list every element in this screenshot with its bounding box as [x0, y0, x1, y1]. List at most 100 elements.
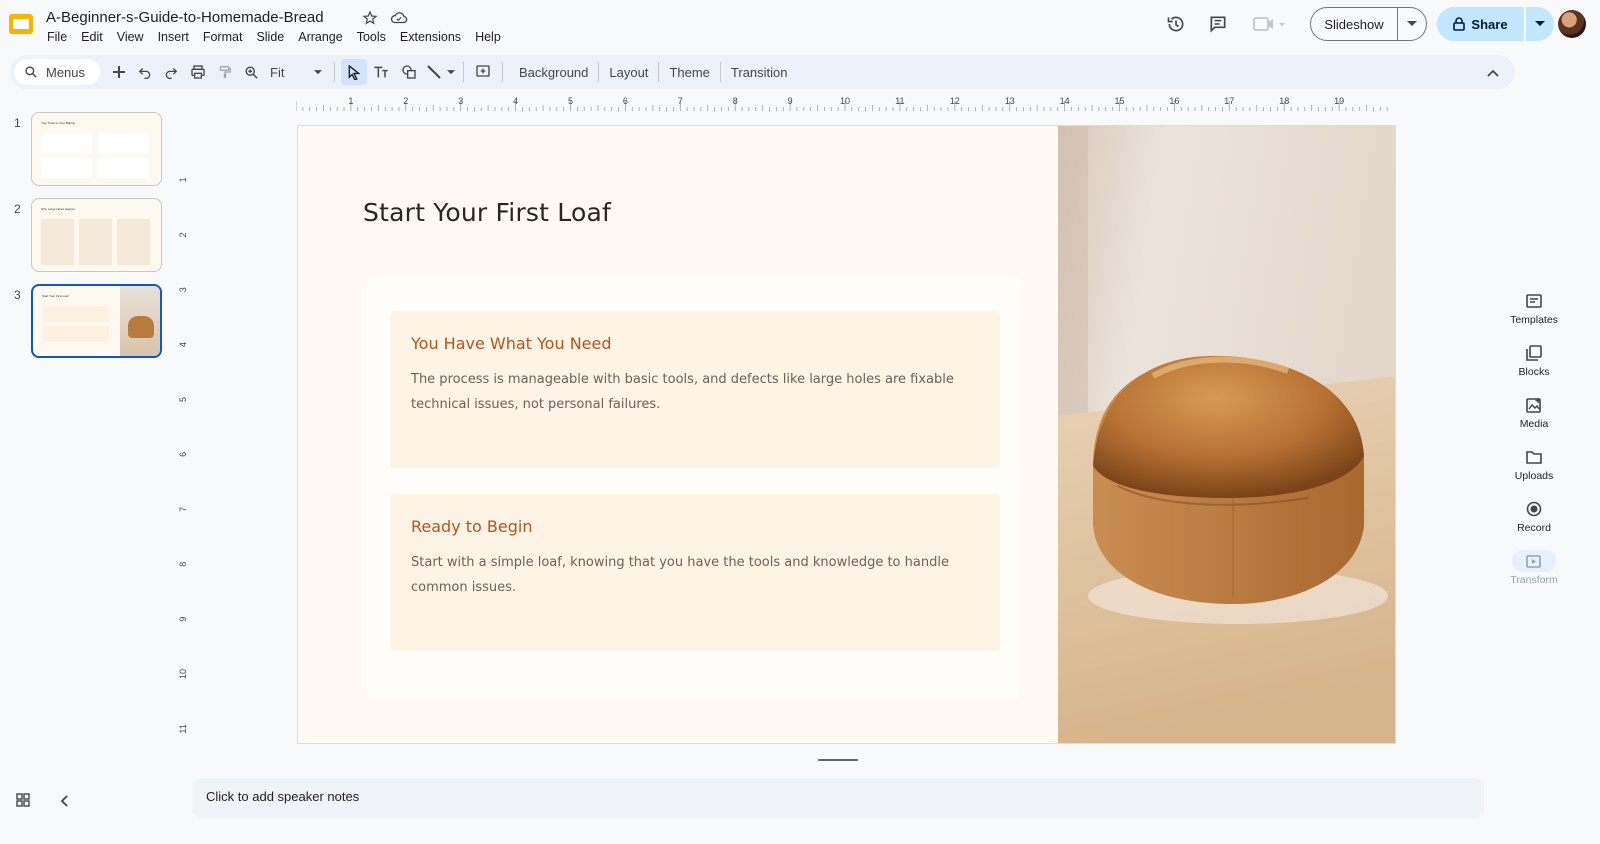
version-history-icon[interactable] [1162, 10, 1190, 38]
transition-button[interactable]: Transition [721, 65, 798, 80]
zoom-value: Fit [270, 64, 285, 80]
avatar[interactable] [1558, 10, 1586, 38]
grid-view-icon[interactable] [16, 793, 30, 812]
thumbnail-slide-2[interactable]: 2 Why Large Holes Happen [0, 196, 170, 274]
menu-slide[interactable]: Slide [256, 30, 284, 44]
menu-extensions[interactable]: Extensions [400, 30, 461, 44]
speaker-notes[interactable]: Click to add speaker notes [193, 778, 1484, 818]
cloud-saved-icon[interactable] [390, 10, 408, 31]
shape-icon[interactable] [395, 59, 423, 85]
menu-view[interactable]: View [117, 30, 144, 44]
record-button[interactable]: Record [1500, 498, 1568, 546]
text-box-icon[interactable] [367, 59, 395, 85]
blocks-icon [1520, 342, 1548, 364]
menus-search-label: Menus [46, 64, 86, 80]
search-icon [25, 66, 37, 78]
speaker-notes-placeholder: Click to add speaker notes [206, 789, 360, 804]
layout-button[interactable]: Layout [599, 65, 658, 80]
meet-icon[interactable] [1250, 10, 1290, 38]
new-slide-icon[interactable] [106, 59, 132, 85]
card-ready-to-begin[interactable]: Ready to Begin Start with a simple loaf,… [390, 494, 1000, 651]
redo-icon[interactable] [158, 59, 184, 85]
ruler-label: 5 [568, 96, 573, 106]
menu-file[interactable]: File [47, 30, 67, 44]
ruler-label: 2 [178, 232, 188, 237]
chevron-left-icon[interactable] [60, 794, 68, 812]
vertical-ruler: 1 2 3 4 5 6 7 8 9 10 11 [178, 177, 188, 733]
thumbnail-slide-1[interactable]: 1 Your Tools to Your Baking [0, 110, 170, 188]
zoom-icon[interactable] [238, 59, 264, 85]
transform-button[interactable]: Transform [1500, 550, 1568, 598]
record-label: Record [1517, 522, 1551, 534]
select-tool-icon[interactable] [341, 59, 367, 85]
thumbnail-number: 2 [14, 202, 21, 216]
menu-arrange[interactable]: Arrange [298, 30, 342, 44]
blocks-button[interactable]: Blocks [1500, 342, 1568, 390]
templates-button[interactable]: Templates [1500, 290, 1568, 338]
star-icon[interactable] [362, 10, 378, 31]
chevron-down-icon [1407, 21, 1417, 26]
ruler-label: 5 [178, 397, 188, 402]
menu-tools[interactable]: Tools [357, 30, 386, 44]
slide-title[interactable]: Start Your First Loaf [363, 198, 611, 227]
toolbar-divider [502, 62, 503, 82]
ruler-label: 11 [895, 96, 904, 106]
document-title[interactable]: A-Beginner-s-Guide-to-Homemade-Bread [46, 9, 324, 26]
transform-label: Transform [1510, 574, 1558, 586]
uploads-label: Uploads [1514, 470, 1554, 482]
line-dropdown-icon[interactable] [445, 59, 457, 85]
lock-icon [1453, 17, 1466, 31]
notes-resize-handle[interactable] [818, 759, 858, 761]
thumbnail-preview[interactable]: Why Large Holes Happen [31, 198, 162, 272]
ruler-label: 10 [178, 669, 188, 679]
ruler-label: 1 [178, 177, 188, 182]
thumbnail-preview[interactable]: Your Tools to Your Baking [31, 112, 162, 186]
thumbnail-number: 3 [14, 288, 21, 302]
line-icon[interactable] [423, 59, 445, 85]
share-dropdown-button[interactable] [1526, 7, 1554, 41]
thumbnail-title: Why Large Holes Happen [41, 207, 76, 211]
menu-format[interactable]: Format [203, 30, 243, 44]
slides-logo-icon[interactable] [8, 11, 34, 37]
chevron-up-icon[interactable] [1487, 64, 1499, 82]
ruler-label: 7 [678, 96, 683, 106]
thumbnail-preview-selected[interactable]: Start Your First Loaf [31, 284, 162, 358]
ruler-label: 6 [178, 452, 188, 457]
paint-format-icon[interactable] [212, 59, 238, 85]
thumbnail-slide-3[interactable]: 3 Start Your First Loaf [0, 282, 170, 360]
folder-icon [1520, 446, 1548, 468]
uploads-button[interactable]: Uploads [1500, 446, 1568, 494]
media-button[interactable]: Media [1500, 394, 1568, 442]
templates-icon [1520, 290, 1548, 312]
top-bar: A-Beginner-s-Guide-to-Homemade-Bread Fil… [0, 0, 1600, 48]
menu-help[interactable]: Help [475, 30, 501, 44]
undo-icon[interactable] [132, 59, 158, 85]
slideshow-button[interactable]: Slideshow [1311, 8, 1398, 40]
ruler-label: 19 [1334, 96, 1344, 106]
templates-label: Templates [1510, 314, 1558, 326]
ruler-label: 2 [403, 96, 408, 106]
ruler-label: 12 [950, 96, 960, 106]
comments-icon[interactable] [1204, 10, 1232, 38]
theme-button[interactable]: Theme [659, 65, 719, 80]
slideshow-dropdown-button[interactable] [1398, 8, 1426, 40]
share-button[interactable]: Share [1437, 7, 1524, 41]
bread-photo[interactable] [1058, 126, 1395, 743]
ruler-label: 8 [178, 562, 188, 567]
zoom-select[interactable]: Fit [264, 59, 328, 85]
ruler-label: 4 [513, 96, 518, 106]
ruler-label: 6 [623, 96, 628, 106]
slide-canvas[interactable]: Start Your First Loaf You Have What You … [297, 125, 1396, 744]
add-comment-icon[interactable] [470, 59, 496, 85]
menu-edit[interactable]: Edit [81, 30, 103, 44]
card-body: The process is manageable with basic too… [411, 372, 954, 412]
menu-insert[interactable]: Insert [158, 30, 189, 44]
card-you-have-what-you-need[interactable]: You Have What You Need The process is ma… [390, 311, 1000, 468]
background-button[interactable]: Background [509, 65, 598, 80]
print-icon[interactable] [184, 59, 212, 85]
ruler-label: 17 [1224, 96, 1234, 106]
menus-search[interactable]: Menus [14, 59, 100, 85]
share-button-group: Share [1437, 7, 1554, 41]
media-icon [1520, 394, 1548, 416]
share-label: Share [1471, 16, 1508, 32]
